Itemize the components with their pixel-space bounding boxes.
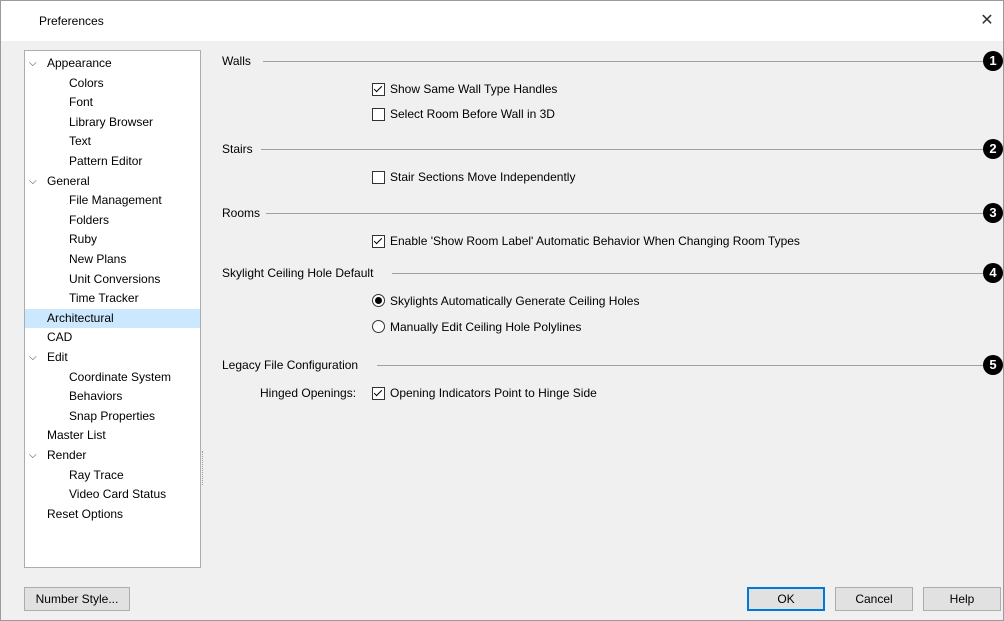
- tree-item-time-tracker[interactable]: Time Tracker: [25, 289, 195, 308]
- radio-label: Skylights Automatically Generate Ceiling…: [390, 294, 640, 308]
- section-divider: [392, 273, 983, 274]
- tree-item-label: Reset Options: [47, 506, 124, 521]
- tree-item-appearance[interactable]: ⌵ Appearance: [25, 54, 195, 73]
- tree-item-colors[interactable]: Colors: [25, 74, 195, 93]
- tree-item-label: Font: [69, 95, 94, 110]
- tree-item-label: Appearance: [47, 56, 112, 70]
- tree-item-label: CAD: [47, 330, 73, 345]
- checkbox-label: Enable 'Show Room Label' Automatic Behav…: [390, 234, 800, 248]
- tree-item-label: Unit Conversions: [69, 271, 161, 286]
- tree-item-general[interactable]: ⌵ General: [25, 172, 195, 191]
- tree-item-render[interactable]: ⌵ Render: [25, 446, 195, 465]
- section-title-legacy: Legacy File Configuration: [222, 358, 359, 372]
- section-title-skylight: Skylight Ceiling Hole Default: [222, 266, 374, 280]
- tree-item-pattern-editor[interactable]: Pattern Editor: [25, 152, 195, 171]
- chevron-down-icon[interactable]: ⌵: [29, 348, 41, 367]
- tree-item-new-plans[interactable]: New Plans: [25, 250, 195, 269]
- tree-item-video-card-status[interactable]: Video Card Status: [25, 485, 195, 504]
- tree-item-architectural[interactable]: Architectural: [25, 308, 200, 328]
- section-divider: [261, 149, 983, 150]
- section-divider: [266, 213, 983, 214]
- checkbox-box: [372, 235, 385, 248]
- tree-item-label: Video Card Status: [69, 487, 167, 502]
- close-icon[interactable]: ✕: [975, 9, 999, 33]
- tree-item-ruby[interactable]: Ruby: [25, 230, 195, 249]
- tree-item-behaviors[interactable]: Behaviors: [25, 387, 195, 406]
- callout-4: 4: [983, 263, 1003, 283]
- checkbox-label: Opening Indicators Point to Hinge Side: [390, 386, 597, 400]
- checkbox-box: [372, 387, 385, 400]
- tree-item-text[interactable]: Text: [25, 132, 195, 151]
- radio-circle: [372, 320, 385, 333]
- tree-item-snap-properties[interactable]: Snap Properties: [25, 407, 195, 426]
- tree-item-label: Coordinate System: [69, 369, 172, 384]
- preferences-dialog: Preferences ✕ ⌵ Appearance Colors Font Libra…: [0, 0, 1004, 621]
- tree-item-label: Architectural: [47, 310, 114, 325]
- section-title-walls: Walls: [222, 54, 251, 68]
- chevron-down-icon[interactable]: ⌵: [29, 172, 41, 191]
- section-divider: [263, 61, 983, 62]
- cancel-button[interactable]: Cancel: [835, 587, 913, 611]
- callout-3: 3: [983, 203, 1003, 223]
- checkbox-label: Select Room Before Wall in 3D: [390, 107, 555, 121]
- tree-item-label: Render: [47, 448, 87, 462]
- tree-item-label: Text: [69, 134, 92, 149]
- tree-item-label: Behaviors: [69, 389, 123, 404]
- tree-item-label: File Management: [69, 193, 162, 208]
- tree-item-ray-trace[interactable]: Ray Trace: [25, 466, 195, 485]
- tree-item-unit-conversions[interactable]: Unit Conversions: [25, 270, 195, 289]
- radio-label: Manually Edit Ceiling Hole Polylines: [390, 320, 582, 334]
- tree-item-label: Ruby: [69, 232, 98, 247]
- checkbox-box: [372, 108, 385, 121]
- tree-item-label: Pattern Editor: [69, 154, 143, 168]
- tree-item-label: New Plans: [69, 252, 127, 266]
- tree-item-file-management[interactable]: File Management: [25, 191, 195, 210]
- checkbox-label: Show Same Wall Type Handles: [390, 82, 558, 96]
- tree-item-label: Time Tracker: [69, 291, 139, 306]
- section-title-rooms: Rooms: [222, 206, 261, 220]
- tree-item-label: Library Browser: [69, 114, 154, 129]
- tree-item-library-browser[interactable]: Library Browser: [25, 113, 195, 132]
- chevron-down-icon[interactable]: ⌵: [29, 446, 41, 465]
- tree-item-label: Edit: [47, 350, 68, 364]
- tree-item-cad[interactable]: CAD: [25, 328, 195, 347]
- section-divider: [377, 365, 983, 366]
- tree-item-label: Master List: [47, 428, 106, 443]
- tree-item-label: Colors: [69, 75, 104, 90]
- tree-item-edit[interactable]: ⌵ Edit: [25, 348, 195, 367]
- checkbox-label: Stair Sections Move Independently: [390, 170, 576, 184]
- tree-item-label: General: [47, 173, 90, 188]
- checkbox-box: [372, 83, 385, 96]
- callout-1: 1: [983, 51, 1003, 71]
- number-style-button[interactable]: Number Style...: [24, 587, 130, 611]
- tree-item-master-list[interactable]: Master List: [25, 426, 195, 445]
- tree-item-label: Folders: [69, 212, 110, 227]
- checkbox-box: [372, 171, 385, 184]
- category-tree: ⌵ Appearance Colors Font Library Browser Text…: [24, 50, 201, 568]
- tree-item-label: Snap Properties: [69, 408, 156, 423]
- tree-item-font[interactable]: Font: [25, 93, 195, 112]
- radio-circle: [372, 294, 385, 307]
- ok-button[interactable]: OK: [747, 587, 825, 611]
- hinged-openings-label: Hinged Openings:: [260, 386, 357, 400]
- callout-5: 5: [983, 355, 1003, 375]
- help-button[interactable]: Help: [923, 587, 1001, 611]
- section-title-stairs: Stairs: [222, 142, 253, 156]
- splitter-handle[interactable]: [202, 451, 207, 485]
- chevron-down-icon[interactable]: ⌵: [29, 54, 41, 73]
- callout-2: 2: [983, 139, 1003, 159]
- tree-item-folders[interactable]: Folders: [25, 211, 195, 230]
- title-bar: Preferences ✕: [1, 1, 1003, 41]
- window-title: Preferences: [39, 14, 104, 28]
- tree-item-reset-options[interactable]: Reset Options: [25, 505, 195, 524]
- tree-item-coordinate-system[interactable]: Coordinate System: [25, 368, 195, 387]
- tree-item-label: Ray Trace: [69, 467, 124, 482]
